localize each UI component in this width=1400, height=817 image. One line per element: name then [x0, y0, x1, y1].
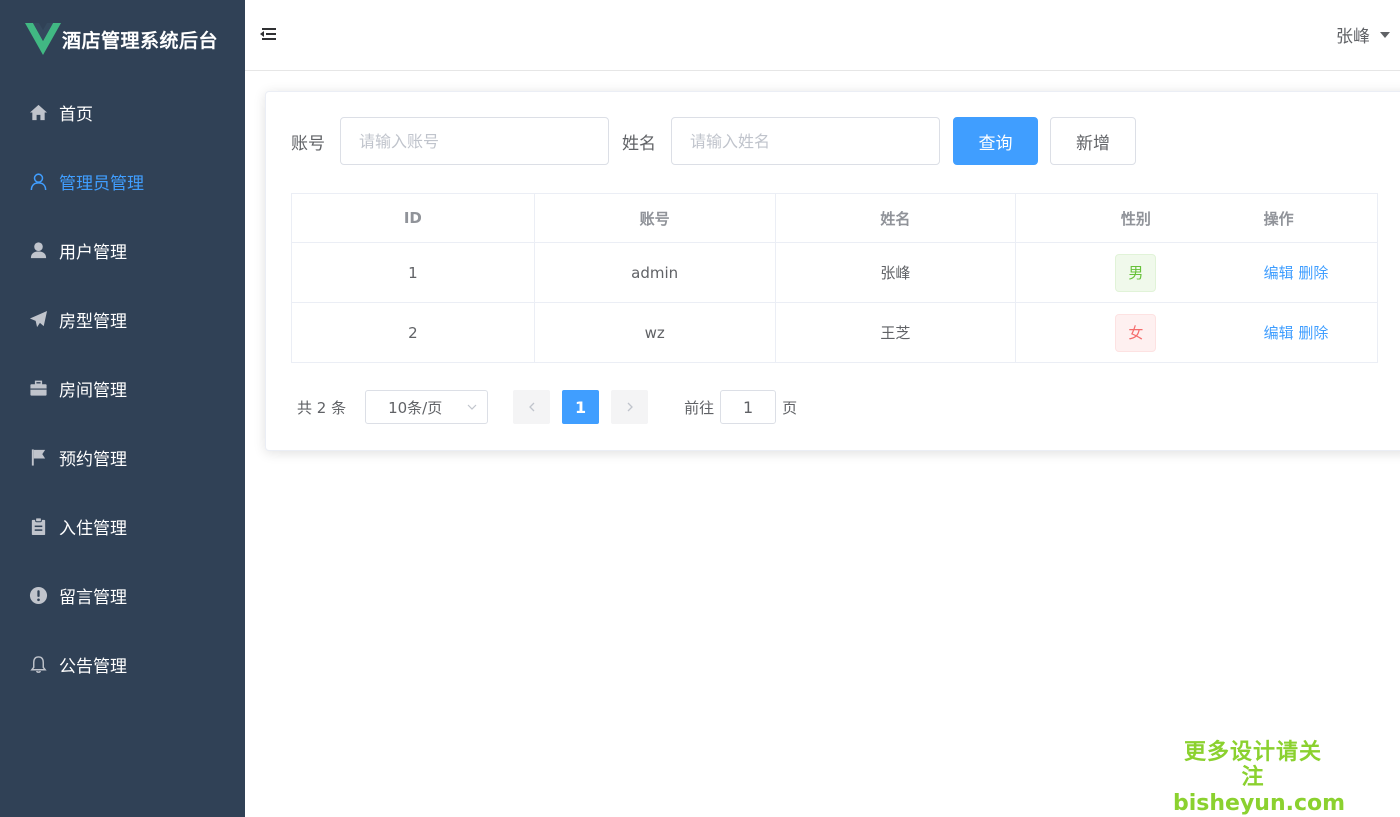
add-button[interactable]: 新增	[1050, 117, 1136, 165]
chevron-left-icon	[528, 402, 535, 412]
gender-tag-female: 女	[1115, 313, 1157, 352]
sidebar-item-label: 管理员管理	[59, 174, 144, 194]
gender-tag-male: 男	[1115, 253, 1157, 292]
watermark: 更多设计请关注 bisheyun.com	[1173, 740, 1346, 816]
vue-logo-icon	[25, 23, 61, 55]
name-search-input[interactable]	[671, 117, 940, 165]
cell-account: wz	[534, 302, 776, 363]
cell-gender: 女	[1015, 302, 1256, 363]
name-label: 姓名	[622, 133, 656, 154]
cell-actions: 编辑 删除	[1255, 242, 1378, 303]
delete-link[interactable]: 删除	[1298, 324, 1328, 342]
user-name: 张峰	[1336, 27, 1370, 47]
cell-actions: 编辑 删除	[1255, 302, 1378, 363]
goto-label: 前往	[684, 398, 715, 417]
next-page-button[interactable]	[611, 390, 649, 424]
paper-plane-icon	[28, 310, 48, 330]
cell-id: 1	[291, 242, 535, 303]
edit-link[interactable]: 编辑	[1264, 264, 1294, 282]
cell-name: 王芝	[775, 302, 1017, 363]
watermark-line1: 更多设计请关注	[1183, 740, 1322, 791]
sidebar-item-label: 用户管理	[59, 243, 127, 263]
page-number-current[interactable]: 1	[562, 390, 600, 424]
delete-link[interactable]: 删除	[1298, 264, 1328, 282]
pagination: 共 2 条 10条/页 1 前往 页	[297, 390, 797, 424]
sidebar-item-label: 留言管理	[59, 588, 127, 608]
query-button[interactable]: 查询	[953, 117, 1038, 165]
chevron-down-icon	[467, 404, 477, 410]
cell-account: admin	[534, 242, 776, 303]
column-header-account: 账号	[534, 193, 776, 243]
column-header-name: 姓名	[775, 193, 1017, 243]
app-title: 酒店管理系统后台	[62, 29, 219, 52]
sidebar-item-label: 房间管理	[59, 381, 127, 401]
column-header-gender: 性别	[1015, 193, 1256, 243]
sidebar-item-admins[interactable]: 管理员管理	[0, 147, 245, 216]
cell-name: 张峰	[775, 242, 1017, 303]
watermark-line2: bisheyun.com	[1173, 790, 1346, 816]
account-search-input[interactable]	[340, 117, 609, 165]
sidebar-item-label: 预约管理	[59, 450, 127, 470]
sidebar-item-rooms[interactable]: 房间管理	[0, 354, 245, 423]
caret-down-icon	[1380, 31, 1390, 38]
sidebar-item-notices[interactable]: 公告管理	[0, 630, 245, 699]
menu-toggle-icon[interactable]	[259, 25, 277, 43]
column-header-id: ID	[291, 193, 535, 243]
user-solid-icon	[28, 241, 48, 261]
table-row: 2 wz 王芝 女 编辑 删除	[291, 302, 1378, 363]
sidebar-item-home[interactable]: 首页	[0, 78, 245, 147]
warning-icon	[28, 586, 48, 606]
sidebar-item-messages[interactable]: 留言管理	[0, 561, 245, 630]
page-size-value: 10条/页	[388, 398, 443, 417]
cell-id: 2	[291, 302, 535, 363]
app-logo[interactable]: 酒店管理系统后台	[0, 0, 245, 78]
sidebar-item-label: 公告管理	[59, 657, 127, 677]
flag-icon	[28, 448, 48, 468]
column-header-actions: 操作	[1255, 193, 1378, 243]
chevron-right-icon	[627, 402, 633, 412]
admin-table: ID 账号 姓名 性别 操作 1 admin 张峰 男 编辑 删除 2 wz 王…	[291, 193, 1378, 363]
prev-page-button[interactable]	[513, 390, 551, 424]
sidebar-item-users[interactable]: 用户管理	[0, 216, 245, 285]
bell-icon	[28, 655, 48, 675]
account-label: 账号	[291, 133, 325, 154]
admin-list-card: 账号 姓名 查询 新增 ID 账号 姓名 性别 操作	[265, 91, 1400, 451]
user-outline-icon	[28, 172, 48, 192]
sidebar-item-checkins[interactable]: 入住管理	[0, 492, 245, 561]
home-icon	[28, 103, 48, 123]
sidebar-item-label: 首页	[59, 105, 93, 125]
table-header-row: ID 账号 姓名 性别 操作	[291, 193, 1378, 243]
search-toolbar: 账号 姓名 查询 新增	[291, 117, 1136, 165]
sidebar-item-label: 入住管理	[59, 519, 127, 539]
sidebar-menu: 首页 管理员管理 用户管理 房型管理 房间管理 预约管理 入住管理 留言管理 公…	[0, 78, 245, 699]
total-count: 共 2 条	[297, 398, 347, 417]
clipboard-icon	[28, 517, 48, 537]
sidebar-item-room-types[interactable]: 房型管理	[0, 285, 245, 354]
suitcase-icon	[28, 379, 48, 399]
main-content: 账号 姓名 查询 新增 ID 账号 姓名 性别 操作	[245, 71, 1400, 817]
table-row: 1 admin 张峰 男 编辑 删除	[291, 242, 1378, 303]
page-jumper: 前往 页	[684, 390, 797, 424]
sidebar-item-reservations[interactable]: 预约管理	[0, 423, 245, 492]
sidebar: 酒店管理系统后台 首页 管理员管理 用户管理 房型管理 房间管理 预约管理 入住…	[0, 0, 245, 817]
user-dropdown[interactable]: 张峰	[1336, 22, 1390, 47]
top-header: 张峰	[245, 0, 1400, 71]
page-suffix: 页	[782, 398, 798, 417]
sidebar-item-label: 房型管理	[59, 312, 127, 332]
goto-page-input[interactable]	[720, 390, 777, 424]
page-size-select[interactable]: 10条/页	[365, 390, 489, 424]
cell-gender: 男	[1015, 242, 1256, 303]
edit-link[interactable]: 编辑	[1264, 324, 1294, 342]
